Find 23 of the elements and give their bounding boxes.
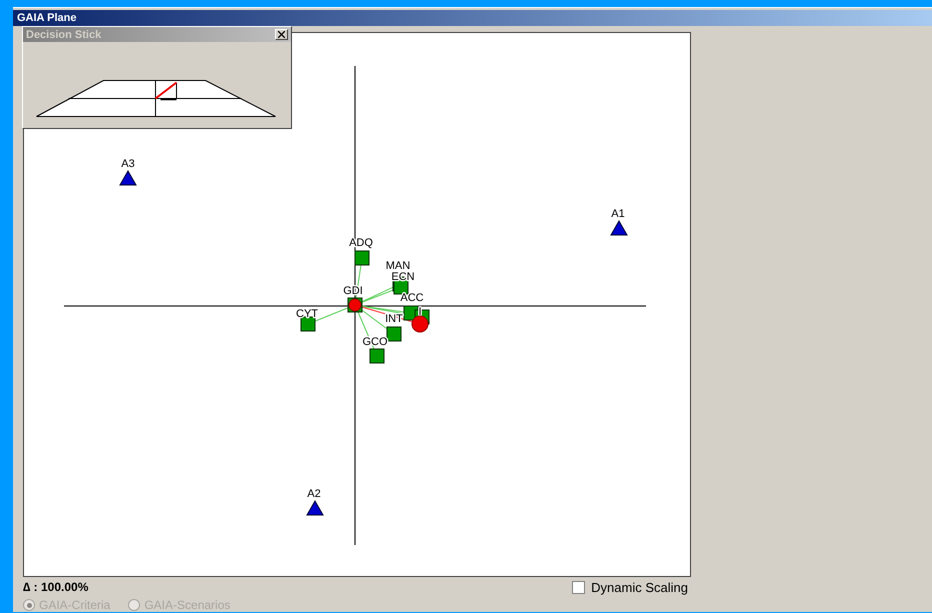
criterion-marker[interactable] — [370, 348, 384, 364]
criterion-marker[interactable] — [300, 316, 316, 332]
close-button[interactable] — [275, 29, 288, 40]
alternative-marker[interactable] — [306, 500, 324, 516]
point-label: A1 — [611, 208, 625, 220]
window-title: GAIA Plane — [17, 12, 76, 24]
criterion-marker[interactable] — [354, 250, 370, 266]
decision-point-marker[interactable] — [412, 316, 428, 332]
checkbox-square[interactable] — [572, 580, 586, 594]
point-label: ACC — [400, 292, 424, 304]
dynamic-scaling-checkbox[interactable]: Dynamic Scaling — [572, 580, 688, 594]
point-label: I — [418, 306, 422, 318]
point-label: A2 — [307, 488, 321, 500]
delta-readout: ∆ : 100.00% — [23, 580, 88, 594]
alternative-marker[interactable] — [610, 220, 628, 236]
alternative-marker[interactable] — [119, 170, 137, 186]
point-label: MAN — [386, 260, 410, 272]
criterion-marker[interactable] — [394, 280, 408, 294]
panel-title: Decision Stick — [26, 28, 102, 40]
origin-marker[interactable] — [348, 298, 362, 312]
criterion-marker[interactable] — [386, 326, 402, 342]
point-label: A3 — [121, 158, 135, 170]
point-label: INT — [385, 313, 403, 325]
